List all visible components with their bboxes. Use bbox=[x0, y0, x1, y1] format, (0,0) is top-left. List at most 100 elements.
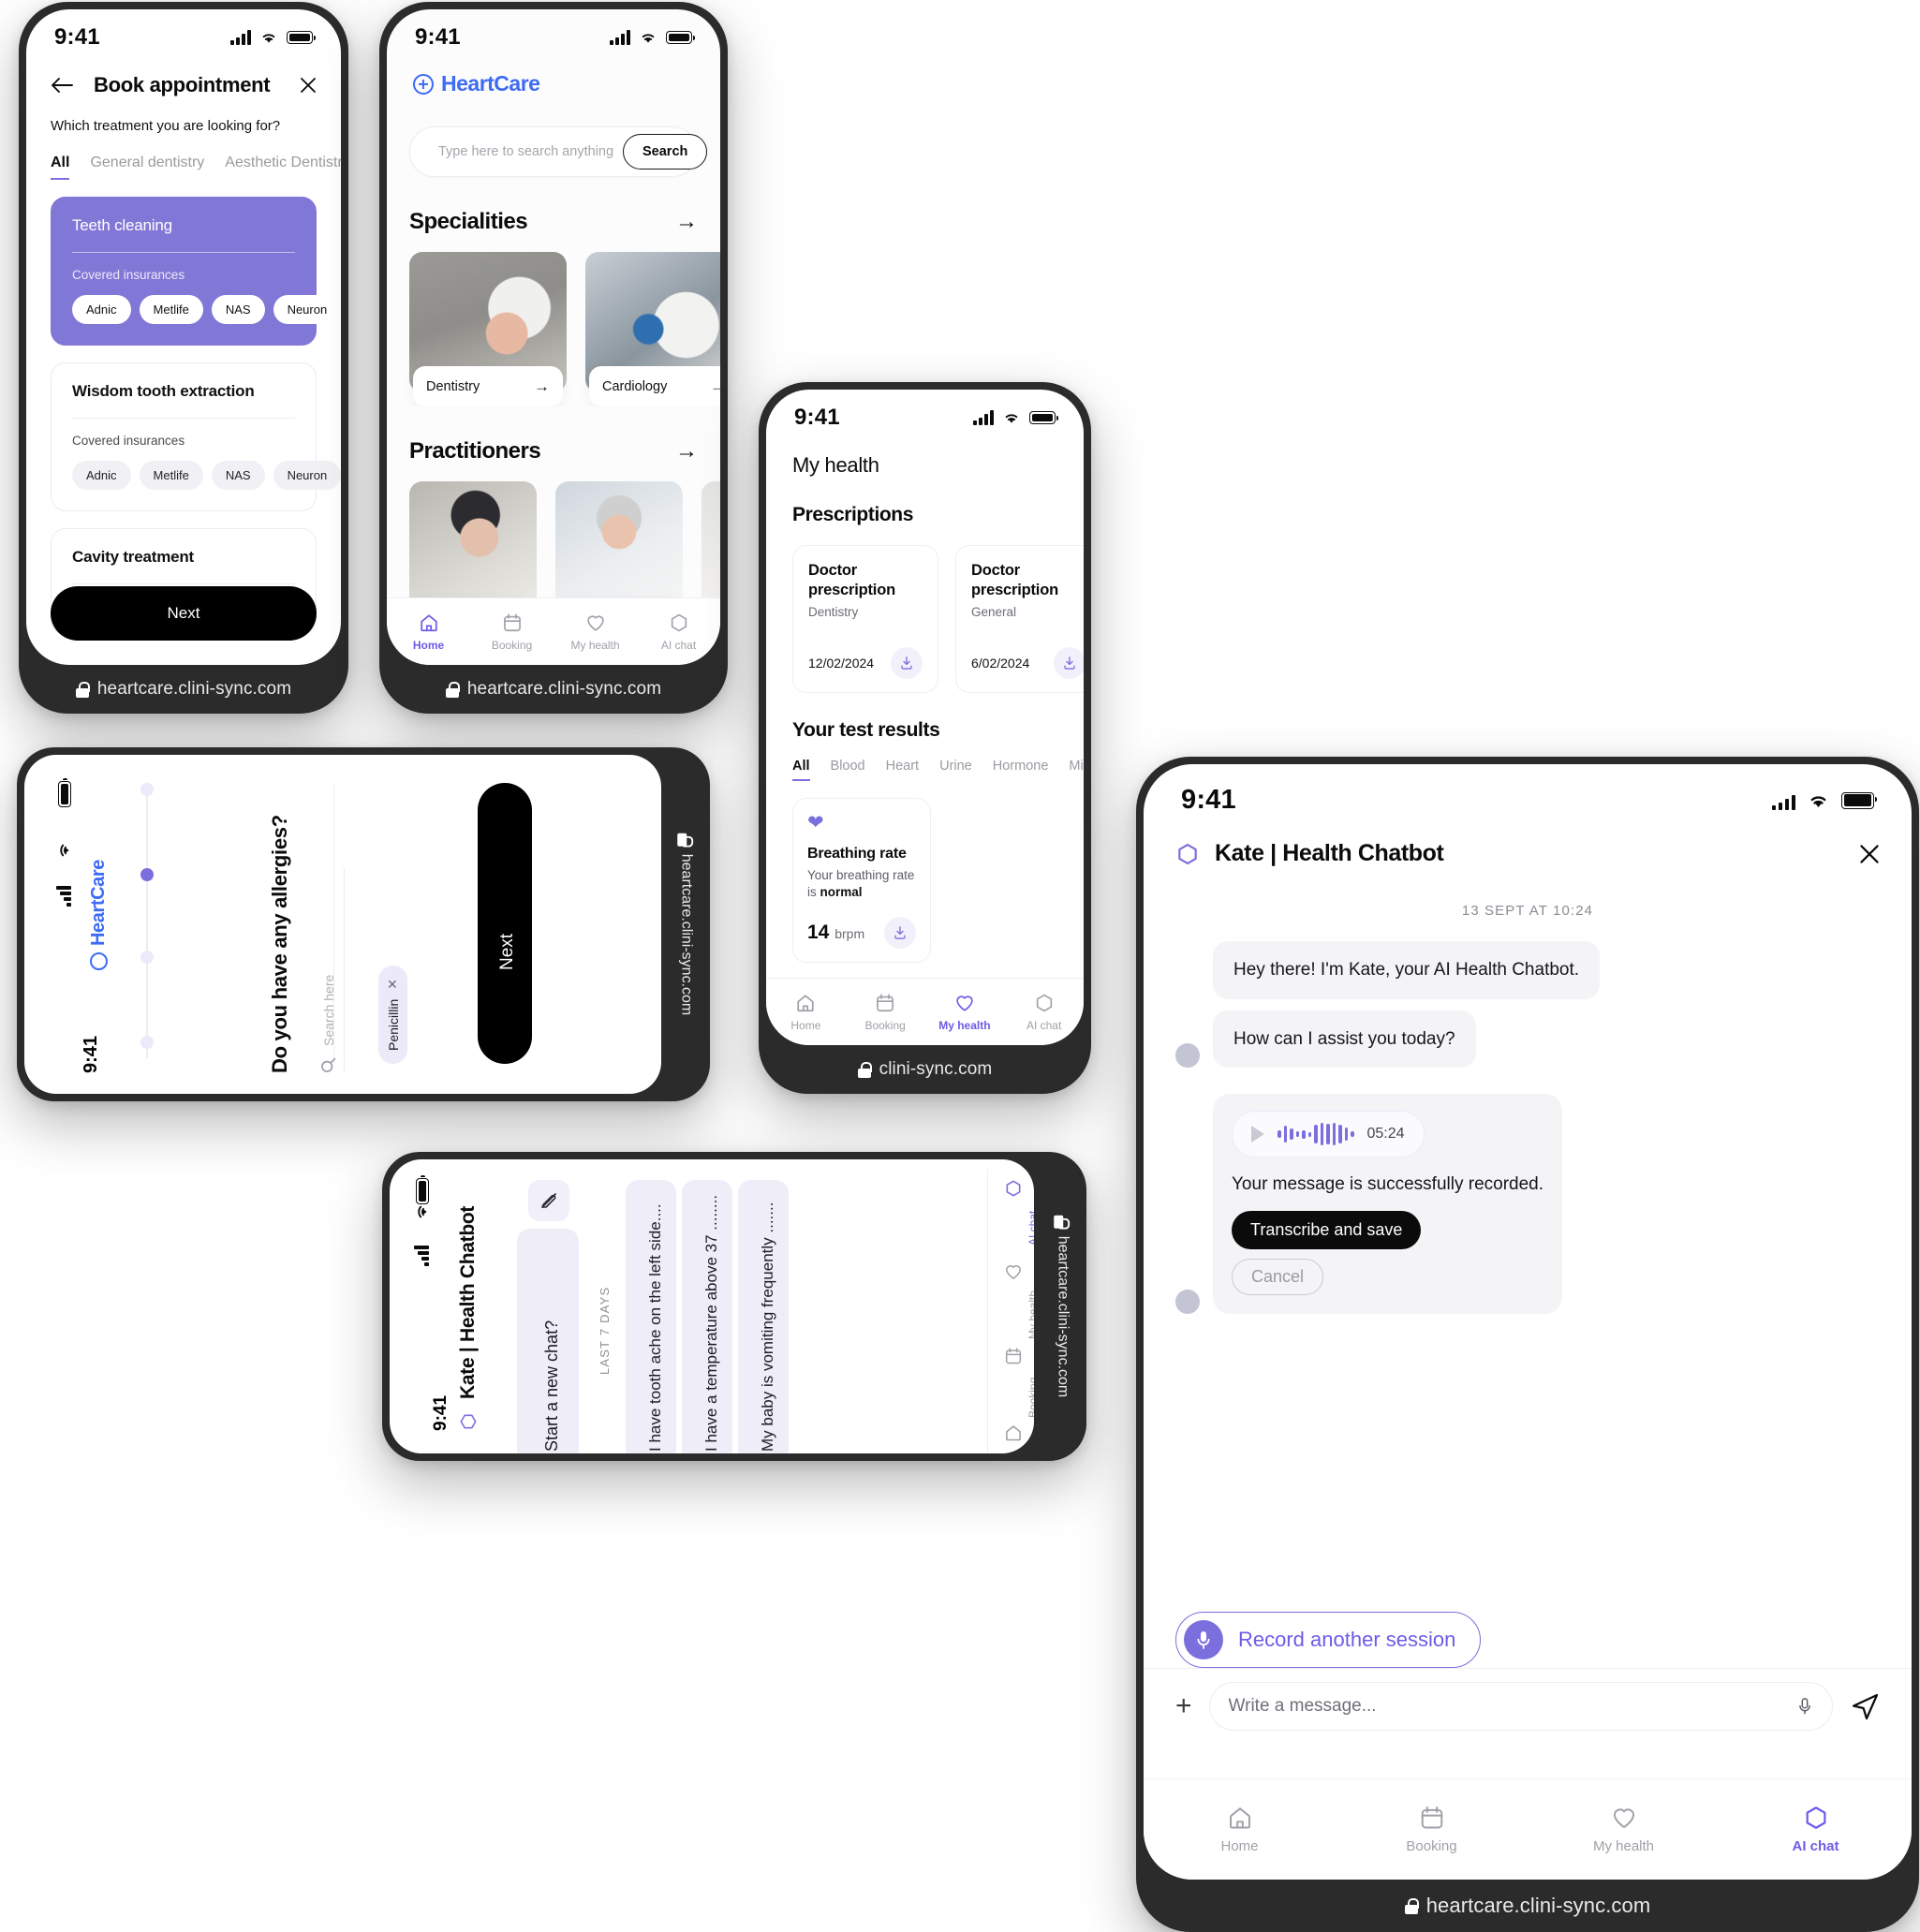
chat-messages: Hey there! I'm Kate, your AI Health Chat… bbox=[1144, 919, 1912, 1314]
message-input-wrap[interactable] bbox=[1208, 1681, 1833, 1731]
rail-item-my-health[interactable] bbox=[1004, 1262, 1023, 1286]
next-button[interactable]: Next bbox=[51, 586, 317, 641]
result-tab-blood[interactable]: Blood bbox=[831, 759, 865, 781]
tab-booking[interactable]: Booking bbox=[1336, 1805, 1528, 1854]
phone-book-appointment: 9:41 Book appointment Which treatment yo… bbox=[19, 2, 348, 714]
rail-item-booking[interactable] bbox=[1004, 1347, 1023, 1370]
back-arrow-icon[interactable] bbox=[51, 77, 73, 94]
close-icon[interactable] bbox=[300, 77, 317, 94]
result-tab-urine[interactable]: Urine bbox=[939, 759, 972, 781]
test-result-card-breathing-rate[interactable]: ❤ Breathing rate Your breathing rate is … bbox=[792, 798, 931, 963]
search-input[interactable] bbox=[438, 144, 613, 159]
page-title: Book appointment bbox=[94, 73, 271, 96]
message-input[interactable] bbox=[1228, 1695, 1787, 1717]
url-text: heartcare.clini-sync.com bbox=[466, 679, 662, 699]
test-name: Breathing rate bbox=[807, 846, 907, 863]
browser-url-bar: heartcare.clini-sync.com bbox=[661, 747, 710, 1101]
insurance-chip[interactable]: NAS bbox=[211, 461, 265, 490]
prescriptions-list[interactable]: Doctor prescription Dentistry 12/02/2024… bbox=[766, 526, 1084, 694]
download-icon[interactable] bbox=[884, 916, 916, 949]
plus-icon[interactable]: + bbox=[1175, 1691, 1192, 1720]
close-icon[interactable] bbox=[1859, 844, 1880, 864]
speciality-card[interactable]: Cardiology → bbox=[585, 252, 720, 406]
allergy-tag[interactable]: Penicillin ✕ bbox=[378, 966, 407, 1064]
specialities-list[interactable]: Dentistry → Cardiology → bbox=[387, 235, 720, 406]
download-icon[interactable] bbox=[891, 647, 923, 680]
allergy-search[interactable]: Search here bbox=[320, 867, 345, 1073]
test-results-title: Your test results bbox=[792, 719, 940, 742]
search-bar[interactable]: Search bbox=[409, 126, 708, 177]
insurance-chip[interactable]: Neuron bbox=[273, 461, 341, 490]
tab-home[interactable]: Home bbox=[1144, 1805, 1336, 1854]
chat-bubble-bot: How can I assist you today? bbox=[1213, 1010, 1476, 1069]
insurance-chip[interactable]: Adnic bbox=[72, 461, 131, 490]
page-title: My health bbox=[792, 453, 879, 477]
microphone-icon[interactable] bbox=[1796, 1696, 1813, 1717]
rail-item-home[interactable] bbox=[1004, 1423, 1023, 1447]
home-icon bbox=[1006, 1425, 1021, 1441]
insurance-chip[interactable]: Metlife bbox=[139, 461, 203, 490]
url-text: clini-sync.com bbox=[879, 1059, 993, 1079]
tab-label: Booking bbox=[864, 1018, 906, 1032]
tab-my-health[interactable]: My health bbox=[554, 612, 637, 652]
tab-ai-chat[interactable]: AI chat bbox=[1720, 1805, 1912, 1854]
rail-item-ai-chat[interactable] bbox=[1004, 1178, 1023, 1203]
record-another-session-button[interactable]: Record another session bbox=[1175, 1612, 1482, 1668]
arrow-right-icon[interactable]: → bbox=[710, 378, 720, 394]
tab-aesthetic-dentistry[interactable]: Aesthetic Dentistry bbox=[225, 155, 341, 180]
next-button[interactable] bbox=[478, 783, 532, 1064]
tab-booking[interactable]: Booking bbox=[846, 993, 925, 1032]
compose-icon[interactable] bbox=[528, 1180, 569, 1221]
send-icon[interactable] bbox=[1850, 1692, 1880, 1720]
treatment-card-wisdom-tooth-extraction[interactable]: Wisdom tooth extraction Covered insuranc… bbox=[51, 362, 341, 511]
audio-player[interactable]: 05:24 bbox=[1232, 1111, 1425, 1158]
tab-label: My health bbox=[570, 638, 620, 652]
result-tab-hormone[interactable]: Hormone bbox=[993, 759, 1049, 781]
tab-ai-chat[interactable]: AI chat bbox=[1004, 993, 1084, 1032]
insurance-chip[interactable]: Neuron bbox=[273, 295, 341, 324]
tab-home[interactable]: Home bbox=[766, 993, 846, 1032]
status-indicators bbox=[1771, 791, 1878, 810]
prescription-category: General bbox=[971, 605, 1017, 620]
prescription-card[interactable]: Doctor prescription Dentistry 12/02/2024 bbox=[792, 545, 938, 694]
tab-my-health[interactable]: My health bbox=[925, 993, 1005, 1032]
arrow-right-icon[interactable]: → bbox=[534, 378, 550, 394]
prescription-category: Dentistry bbox=[808, 605, 859, 620]
transcribe-and-save-button[interactable]: Transcribe and save bbox=[1232, 1210, 1422, 1249]
tab-home[interactable]: Home bbox=[387, 612, 470, 652]
practitioners-arrow-icon[interactable]: → bbox=[675, 440, 698, 463]
speciality-card[interactable]: Dentistry → bbox=[409, 252, 567, 406]
search-button[interactable]: Search bbox=[623, 134, 708, 170]
prescription-card[interactable]: Doctor prescription General 6/02/2024 bbox=[955, 545, 1084, 694]
tab-my-health[interactable]: My health bbox=[1528, 1805, 1720, 1854]
my-health-screen: 9:41 My health Prescriptions Doctor pres… bbox=[766, 390, 1084, 1045]
lock-icon bbox=[445, 681, 460, 698]
result-tab-all[interactable]: All bbox=[792, 759, 810, 782]
chat-list-title: Kate | Health Chatbot bbox=[457, 1205, 479, 1399]
result-tab-heart[interactable]: Heart bbox=[886, 759, 919, 781]
insurance-chips: Adnic Metlife NAS Neuron bbox=[72, 461, 341, 490]
tab-booking[interactable]: Booking bbox=[470, 612, 554, 652]
url-text: heartcare.clini-sync.com bbox=[1055, 1235, 1071, 1398]
avatar-spacer bbox=[1175, 975, 1200, 999]
cancel-button[interactable]: Cancel bbox=[1232, 1258, 1324, 1295]
play-icon[interactable] bbox=[1251, 1126, 1264, 1143]
insurance-chip[interactable]: Adnic bbox=[72, 295, 131, 324]
voice-status-text: Your message is successfully recorded. bbox=[1232, 1174, 1544, 1195]
specialities-arrow-icon[interactable]: → bbox=[675, 211, 698, 233]
insurance-chip[interactable]: Metlife bbox=[139, 295, 203, 324]
tab-ai-chat[interactable]: AI chat bbox=[637, 612, 720, 652]
tab-general-dentistry[interactable]: General dentistry bbox=[90, 155, 204, 180]
test-result-tabs[interactable]: All Blood Heart Urine Hormone Microbio bbox=[766, 742, 1084, 782]
battery-icon bbox=[1029, 411, 1059, 424]
insurance-chip[interactable]: NAS bbox=[211, 295, 265, 324]
tab-label: Booking bbox=[1406, 1838, 1457, 1854]
treatment-card-teeth-cleaning[interactable]: Teeth cleaning Covered insurances Adnic … bbox=[51, 197, 341, 346]
heart-icon bbox=[1613, 1808, 1634, 1828]
tab-all[interactable]: All bbox=[51, 155, 70, 180]
close-icon[interactable]: ✕ bbox=[385, 979, 401, 990]
prescription-footer: 6/02/2024 bbox=[971, 647, 1084, 680]
chat-header: Kate | Health Chatbot bbox=[1144, 819, 1912, 867]
download-icon[interactable] bbox=[1054, 647, 1084, 680]
result-tab-microbio[interactable]: Microbio bbox=[1069, 759, 1084, 781]
